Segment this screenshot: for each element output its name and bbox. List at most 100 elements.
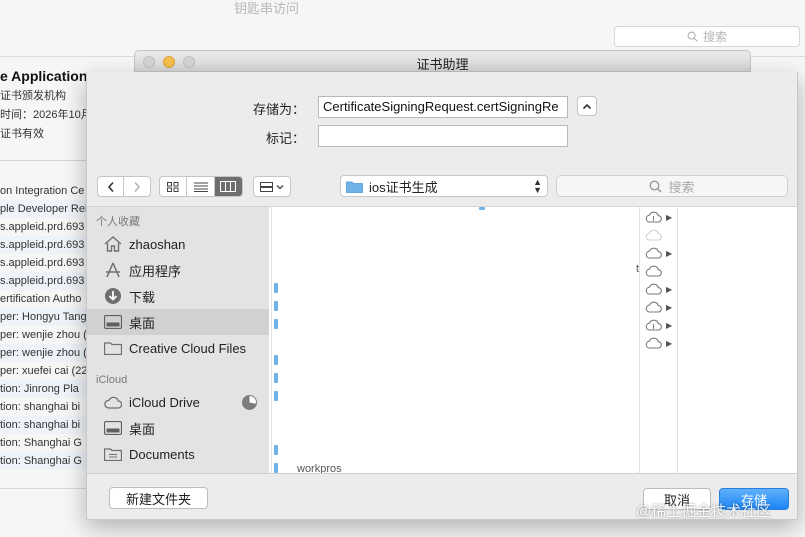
- certificate-row[interactable]: on Integration Ce: [0, 182, 86, 200]
- sidebar-item-label: Documents: [129, 446, 195, 462]
- finder-search-placeholder: 搜索: [668, 179, 695, 195]
- certificate-row[interactable]: per: wenjie zhou (: [0, 326, 86, 344]
- disclosure-triangle-icon: ▶: [666, 302, 673, 312]
- arrange-menu-content: [254, 177, 290, 196]
- disclosure-triangle-icon: ▶: [666, 284, 673, 294]
- chevron-left-icon: [107, 181, 114, 192]
- certificate-info: e Application 证书颁发机构 时间：2026年10月 证书有效: [0, 68, 92, 141]
- desktop-icon: [104, 419, 122, 437]
- cloud-icon: [645, 229, 662, 241]
- chevron-right-icon: [134, 181, 141, 192]
- certificate-row[interactable]: per: wenjie zhou (: [0, 344, 86, 362]
- applications-icon: [104, 261, 122, 279]
- certificate-row[interactable]: tion: shanghai bi: [0, 416, 86, 434]
- sidebar-item-desktop[interactable]: 桌面: [87, 309, 269, 335]
- cloud-icon: [645, 283, 662, 295]
- certificate-row[interactable]: s.appleid.prd.693: [0, 254, 86, 272]
- save-sheet: 存储为： CertificateSigningRequest.certSigni…: [86, 72, 798, 520]
- sidebar-item-icloud-drive[interactable]: iCloud Drive: [87, 389, 269, 415]
- keychain-search-placeholder: 搜索: [702, 30, 727, 44]
- storage-pie-icon: [242, 395, 257, 410]
- search-icon: [687, 31, 698, 42]
- file-row-status[interactable]: ▶: [645, 244, 685, 262]
- updown-chevron-icon: ▲ ▼: [533, 177, 542, 195]
- collapse-browser-button[interactable]: [577, 96, 597, 116]
- folder-icon: [274, 463, 278, 473]
- desktop-icon: [104, 313, 122, 331]
- search-icon: [649, 179, 663, 193]
- certificate-row[interactable]: per: xuefei cai (22: [0, 362, 86, 380]
- sidebar-item-creative-cloud[interactable]: Creative Cloud Files: [87, 335, 269, 361]
- certificate-expiry: 时间：2026年10月: [0, 109, 92, 121]
- column-view-button[interactable]: [214, 177, 242, 196]
- sidebar-item-home[interactable]: zhaoshan: [87, 231, 269, 257]
- home-icon: [104, 235, 122, 253]
- file-row-status[interactable]: ▶: [645, 208, 685, 226]
- certificate-assistant-title: 证书助理: [416, 57, 469, 72]
- cloud-icon: [645, 265, 662, 277]
- certificate-row[interactable]: per: Hongyu Tang: [0, 308, 86, 326]
- download-icon: [104, 287, 122, 305]
- column-separator: [271, 207, 272, 473]
- file-row-status: [645, 226, 685, 244]
- certificate-row[interactable]: s.appleid.prd.693: [0, 272, 86, 290]
- cloud-download-icon: [645, 319, 662, 331]
- list-icon: [193, 182, 208, 192]
- certificate-issuer: 证书颁发机构: [0, 90, 66, 102]
- certificate-row[interactable]: tion: shanghai bi: [0, 398, 86, 416]
- finder-search-field[interactable]: 搜索: [556, 175, 788, 197]
- disclosure-triangle-icon: ▶: [666, 248, 673, 258]
- keychain-bottom-divider: [0, 488, 86, 489]
- folder-icon: [346, 181, 363, 193]
- arrange-icon: [260, 181, 273, 192]
- disclosure-triangle-icon: ▶: [666, 320, 673, 330]
- certificate-row[interactable]: tion: Jinrong Pla: [0, 380, 86, 398]
- sidebar-item-documents[interactable]: Documents: [87, 441, 269, 467]
- sidebar-item-downloads[interactable]: 下载: [87, 283, 269, 309]
- sidebar-item-label: 桌面: [129, 421, 156, 437]
- chevron-up-icon: [582, 103, 592, 109]
- new-folder-button[interactable]: 新建文件夹: [109, 487, 208, 509]
- history-nav-control: [97, 176, 151, 197]
- file-browser: workpros t ▶ ▶ ▶ ▶ ▶ ▶: [269, 207, 797, 473]
- certificate-row[interactable]: ple Developer Rela: [0, 200, 86, 218]
- certificate-status: 证书有效: [0, 128, 44, 140]
- arrange-menu-button[interactable]: [253, 176, 291, 197]
- sidebar-item-label: Creative Cloud Files: [129, 340, 247, 356]
- file-row-label[interactable]: workpros: [297, 463, 342, 473]
- file-row-status[interactable]: ▶: [645, 334, 685, 352]
- sidebar-item-label: 应用程序: [129, 263, 182, 279]
- folder-icon: [479, 207, 485, 210]
- folder-icon: [274, 445, 278, 455]
- forward-button[interactable]: [124, 177, 150, 196]
- certificate-row[interactable]: tion: Shanghai G: [0, 434, 86, 452]
- grid-icon: [167, 181, 179, 192]
- tags-field[interactable]: [318, 125, 568, 147]
- file-row-status[interactable]: ▶: [645, 298, 685, 316]
- keychain-info-divider: [0, 160, 86, 161]
- save-as-field[interactable]: CertificateSigningRequest.certSigningRe: [318, 96, 568, 118]
- cloud-download-icon: [645, 211, 662, 223]
- sidebar-item-icloud-desktop[interactable]: 桌面: [87, 415, 269, 441]
- back-button[interactable]: [98, 177, 125, 196]
- keychain-window-title: 钥匙串访问: [234, 1, 300, 16]
- folder-icon: [274, 301, 278, 311]
- certificate-row[interactable]: tion: Shanghai G: [0, 452, 86, 470]
- certificate-assistant-titlebar[interactable]: 证书助理: [134, 50, 751, 72]
- file-row-status[interactable]: ▶: [645, 316, 685, 334]
- cloud-icon: [645, 301, 662, 313]
- list-view-button[interactable]: [187, 177, 215, 196]
- keychain-search-field[interactable]: 搜索: [614, 26, 800, 47]
- folder-icon: [274, 319, 278, 329]
- certificate-row[interactable]: s.appleid.prd.693: [0, 236, 86, 254]
- sidebar-item-label: 下载: [129, 289, 156, 305]
- folder-icon: [274, 391, 278, 401]
- certificate-row[interactable]: ertification Autho: [0, 290, 86, 308]
- chevron-down-icon: [276, 184, 284, 189]
- sidebar-item-applications[interactable]: 应用程序: [87, 257, 269, 283]
- location-popup[interactable]: ios证书生成 ▲ ▼: [340, 175, 548, 197]
- certificate-row[interactable]: s.appleid.prd.693: [0, 218, 86, 236]
- icon-view-button[interactable]: [160, 177, 188, 196]
- cloud-icon: [645, 337, 662, 349]
- file-row-status[interactable]: ▶: [645, 280, 685, 298]
